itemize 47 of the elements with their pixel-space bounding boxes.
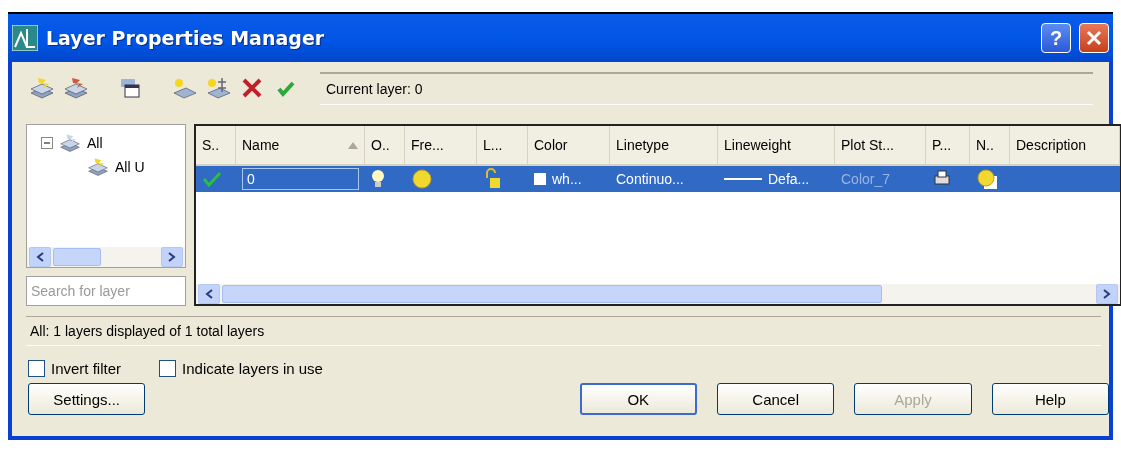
column-header[interactable]: Lineweight [718, 126, 835, 164]
app-icon [12, 25, 38, 51]
column-header[interactable]: Color [528, 126, 610, 164]
column-header[interactable]: Description [1010, 126, 1120, 164]
checkbox[interactable]: Indicate layers in use [159, 360, 323, 377]
sort-icon [348, 141, 358, 149]
lineweight-text: Defa... [768, 171, 810, 187]
linetype-text: Continuo... [616, 171, 684, 187]
window-title: Layer Properties Manager [46, 27, 326, 49]
scrollbar[interactable] [27, 247, 185, 267]
layer-row[interactable]: 0 wh... Continuo... Defa... Color_7 [196, 166, 1120, 192]
help-button[interactable]: ? [1041, 23, 1071, 53]
close-button[interactable] [1079, 23, 1109, 53]
dialog-button[interactable]: Cancel [717, 383, 835, 415]
scrollbar[interactable] [196, 284, 1120, 304]
layers-star-icon[interactable] [28, 75, 56, 101]
search-field[interactable]: Search for layer [26, 276, 186, 306]
sun-icon[interactable] [976, 168, 998, 190]
column-header[interactable]: Fre... [405, 126, 477, 164]
layers-icon [57, 132, 83, 154]
name-field[interactable]: 0 [242, 168, 359, 190]
close-icon [1085, 29, 1103, 47]
dialog-button[interactable]: Settings... [28, 383, 146, 415]
collapse-icon[interactable] [41, 137, 53, 149]
current-layer-label: Current layer: 0 [326, 80, 423, 97]
padlock-icon[interactable] [483, 168, 503, 190]
tree-item[interactable]: All [87, 135, 103, 151]
column-header[interactable]: Name [236, 126, 365, 164]
line-sample-icon [724, 178, 762, 180]
lightbulb-icon[interactable] [371, 169, 385, 189]
checkbox[interactable]: Invert filter [28, 360, 122, 377]
plot-style-text: Color_7 [841, 171, 891, 187]
column-header[interactable]: P... [926, 126, 970, 164]
status-text: All: 1 layers displayed of 1 total layers [30, 323, 265, 339]
column-header[interactable]: Plot St... [835, 126, 926, 164]
dialog-button[interactable]: OK [579, 383, 697, 415]
column-header[interactable]: Linetype [610, 126, 718, 164]
tree-item[interactable]: All U [115, 159, 145, 175]
column-header[interactable]: S.. [196, 126, 236, 164]
dialog-button[interactable]: Help [991, 383, 1109, 415]
sun-icon[interactable] [411, 168, 433, 190]
column-header[interactable]: L... [477, 126, 528, 164]
color-name: wh... [552, 171, 582, 187]
color-swatch[interactable] [534, 173, 546, 185]
column-header[interactable]: N.. [970, 126, 1010, 164]
layers-icon [85, 156, 111, 178]
column-header[interactable]: O.. [365, 126, 405, 164]
